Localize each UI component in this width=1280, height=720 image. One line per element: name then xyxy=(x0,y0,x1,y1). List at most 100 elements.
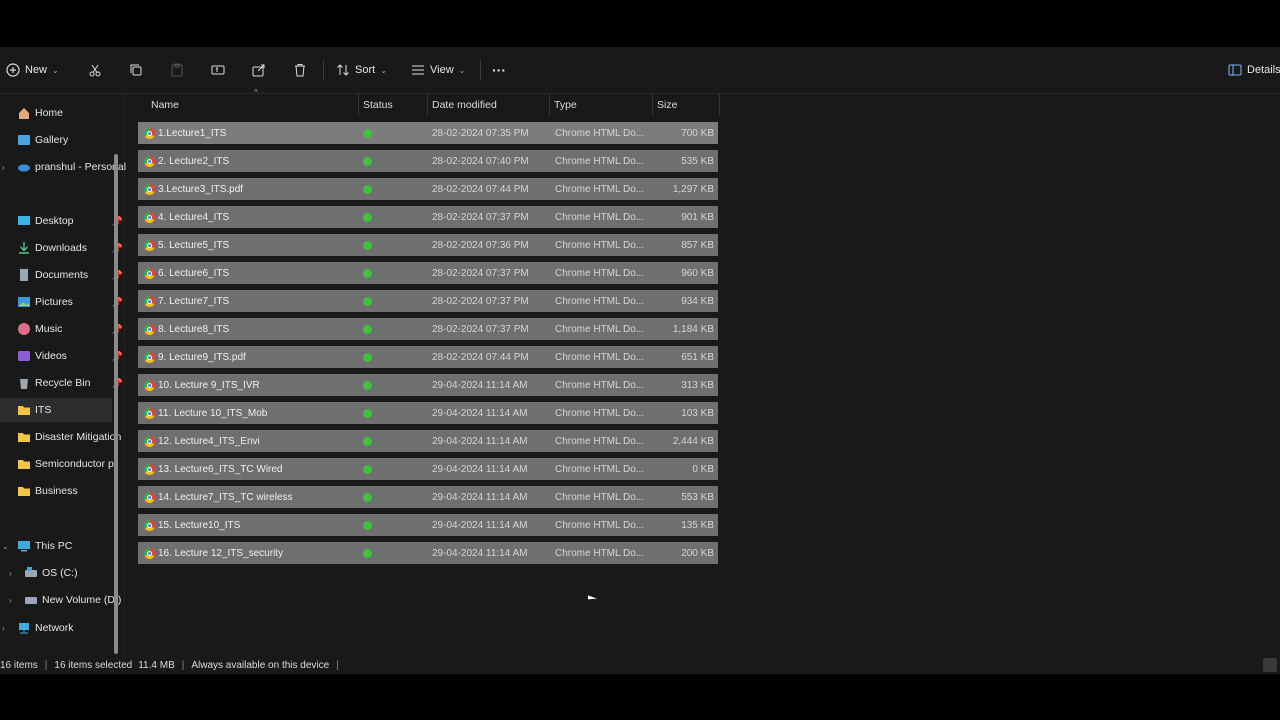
synced-status-icon xyxy=(363,240,372,250)
nav-item-semiconductor[interactable]: Semiconductor p xyxy=(0,452,129,476)
file-row[interactable]: 6. Lecture6_ITS 28-02-2024 07:37 PM Chrome… xyxy=(138,262,718,284)
column-type-label: Type xyxy=(554,99,577,111)
gallery-icon xyxy=(17,133,31,147)
type-cell: Chrome HTML Do... xyxy=(555,183,645,195)
file-row[interactable]: 1.Lecture1_ITS 28-02-2024 07:35 PM Chrome … xyxy=(138,122,718,144)
folder-icon xyxy=(17,430,31,444)
drive-icon xyxy=(24,566,38,580)
paste-button[interactable] xyxy=(170,60,184,80)
file-name-cell: 9. Lecture9_ITS.pdf xyxy=(144,346,354,368)
rename-button[interactable] xyxy=(211,60,225,80)
nav-item-pictures[interactable]: Pictures 📌 xyxy=(0,290,129,314)
file-row[interactable]: 4. Lecture4_ITS 28-02-2024 07:37 PM Chrome… xyxy=(138,206,718,228)
nav-item-gallery[interactable]: Gallery xyxy=(0,128,129,152)
nav-scrollbar[interactable] xyxy=(114,154,118,654)
more-options-button[interactable]: ··· xyxy=(492,60,506,80)
file-name-cell: 1.Lecture1_ITS xyxy=(144,122,354,144)
size-cell: 0 KB xyxy=(692,463,714,475)
nav-item-onedrive[interactable]: › pranshul - Personal xyxy=(0,155,129,179)
file-row[interactable]: 16. Lecture 12_ITS_security 29-04-2024 11… xyxy=(138,542,718,564)
drive-icon xyxy=(24,593,38,607)
column-header-name[interactable]: Name ^ xyxy=(146,88,359,116)
nav-item-label: Network xyxy=(35,622,74,634)
date-modified-cell: 28-02-2024 07:37 PM xyxy=(432,267,529,279)
title-bar xyxy=(0,0,1280,47)
nav-item-label: This PC xyxy=(35,540,73,552)
column-header-size[interactable]: Size xyxy=(652,94,720,116)
file-row[interactable]: 11. Lecture 10_ITS_Mob 29-04-2024 11:14 A… xyxy=(138,402,718,424)
file-row[interactable]: 2. Lecture2_ITS 28-02-2024 07:40 PM Chrome… xyxy=(138,150,718,172)
file-row[interactable]: 15. Lecture10_ITS 29-04-2024 11:14 AM Chro… xyxy=(138,514,718,536)
date-modified-cell: 29-04-2024 11:14 AM xyxy=(432,491,528,503)
details-view-toggle-icon[interactable] xyxy=(1263,658,1277,672)
nav-item-label: OS (C:) xyxy=(42,567,78,579)
file-name-cell: 11. Lecture 10_ITS_Mob xyxy=(144,402,354,424)
column-header-status[interactable]: Status xyxy=(358,94,428,116)
file-row[interactable]: 10. Lecture 9_ITS_IVR 29-04-2024 11:14 AM… xyxy=(138,374,718,396)
synced-status-icon xyxy=(363,128,372,138)
size-cell: 934 KB xyxy=(681,295,714,307)
cut-button[interactable] xyxy=(88,60,102,80)
chevron-right-icon: › xyxy=(9,568,12,578)
file-row[interactable]: 5. Lecture5_ITS 28-02-2024 07:36 PM Chrome… xyxy=(138,234,718,256)
chrome-file-icon xyxy=(144,127,155,139)
nav-item-recycle-bin[interactable]: Recycle Bin 📌 xyxy=(0,371,129,395)
file-name: 10. Lecture 9_ITS_IVR xyxy=(158,379,260,391)
nav-item-music[interactable]: Music 📌 xyxy=(0,317,129,341)
file-name: 3.Lecture3_ITS.pdf xyxy=(158,183,244,195)
file-row[interactable]: 12. Lecture4_ITS_Envi 29-04-2024 11:14 AM… xyxy=(138,430,718,452)
date-modified-cell: 29-04-2024 11:14 AM xyxy=(432,379,528,391)
nav-item-label: Gallery xyxy=(35,134,69,146)
share-button[interactable] xyxy=(252,60,266,80)
chrome-file-icon xyxy=(144,379,155,391)
new-button[interactable]: New ⌄ xyxy=(6,60,59,80)
date-modified-cell: 28-02-2024 07:37 PM xyxy=(432,323,529,335)
status-cell xyxy=(363,206,372,228)
nav-item-desktop[interactable]: Desktop 📌 xyxy=(0,209,129,233)
column-header-type[interactable]: Type xyxy=(549,94,653,116)
view-button-label: View xyxy=(430,64,454,76)
date-modified-cell: 28-02-2024 07:44 PM xyxy=(432,351,529,363)
file-row[interactable]: 3.Lecture3_ITS.pdf 28-02-2024 07:44 PM Chr… xyxy=(138,178,718,200)
file-row[interactable]: 7. Lecture7_ITS 28-02-2024 07:37 PM Chrome… xyxy=(138,290,718,312)
nav-item-network[interactable]: › Network xyxy=(0,616,129,640)
type-cell: Chrome HTML Do... xyxy=(555,463,645,475)
type-cell: Chrome HTML Do... xyxy=(555,323,645,335)
type-cell: Chrome HTML Do... xyxy=(555,267,645,279)
folder-icon xyxy=(17,403,31,417)
copy-button[interactable] xyxy=(129,60,143,80)
nav-item-its[interactable]: ITS xyxy=(0,398,112,422)
chrome-file-icon xyxy=(144,183,155,195)
file-name-cell: 2. Lecture2_ITS xyxy=(144,150,354,172)
synced-status-icon xyxy=(363,436,372,446)
file-name: 4. Lecture4_ITS xyxy=(158,211,230,223)
view-button[interactable]: View ⌄ xyxy=(411,60,465,80)
nav-item-videos[interactable]: Videos 📌 xyxy=(0,344,129,368)
toolbar-divider xyxy=(480,60,481,80)
nav-item-documents[interactable]: Documents 📌 xyxy=(0,263,129,287)
nav-item-home[interactable]: Home xyxy=(0,101,129,125)
file-row[interactable]: 13. Lecture6_ITS_TC Wired 29-04-2024 11:1… xyxy=(138,458,718,480)
synced-status-icon xyxy=(363,268,372,278)
column-header-date-modified[interactable]: Date modified xyxy=(427,94,550,116)
toolbar-divider xyxy=(323,60,324,80)
file-row[interactable]: 9. Lecture9_ITS.pdf 28-02-2024 07:44 PM Ch… xyxy=(138,346,718,368)
date-modified-cell: 28-02-2024 07:35 PM xyxy=(432,127,529,139)
nav-item-downloads[interactable]: Downloads 📌 xyxy=(0,236,129,260)
file-row[interactable]: 8. Lecture8_ITS 28-02-2024 07:37 PM Chrome… xyxy=(138,318,718,340)
file-name-cell: 14. Lecture7_ITS_TC wireless xyxy=(144,486,354,508)
date-modified-cell: 29-04-2024 11:14 AM xyxy=(432,547,528,559)
nav-item-disaster-mitigation[interactable]: Disaster Mitigation xyxy=(0,425,129,449)
file-row[interactable]: 14. Lecture7_ITS_TC wireless 29-04-2024 1… xyxy=(138,486,718,508)
type-cell: Chrome HTML Do... xyxy=(555,547,645,559)
nav-item-this-pc[interactable]: ⌄ This PC xyxy=(0,534,129,558)
nav-item-business[interactable]: Business xyxy=(0,479,129,503)
delete-button[interactable] xyxy=(293,60,307,80)
file-explorer-window: New ⌄ Sort ⌄ View ⌄ ··· Details Home Gal… xyxy=(0,47,1280,674)
details-pane-button[interactable]: Details xyxy=(1228,60,1280,80)
size-cell: 1,297 KB xyxy=(672,183,714,195)
file-name: 12. Lecture4_ITS_Envi xyxy=(158,435,260,447)
sort-button[interactable]: Sort ⌄ xyxy=(336,60,387,80)
desktop-icon xyxy=(17,214,31,228)
chrome-file-icon xyxy=(144,295,155,307)
